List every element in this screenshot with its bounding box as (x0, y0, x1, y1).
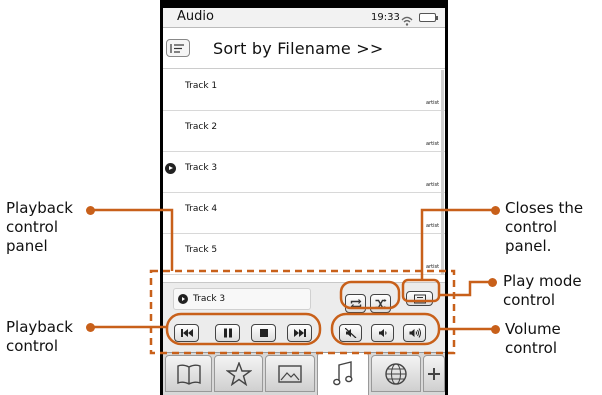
list-item[interactable]: Track 2 artist (163, 111, 445, 152)
tab-web[interactable] (371, 355, 421, 392)
wifi-icon (401, 12, 413, 26)
battery-icon (419, 13, 438, 22)
now-playing-field: Track 3 (173, 288, 311, 310)
previous-button[interactable] (174, 324, 199, 342)
track-title: Track 2 (185, 122, 218, 132)
callout-dot (491, 325, 500, 334)
track-artist: artist (426, 141, 440, 147)
callout-line: Playback (6, 318, 73, 336)
callout-volume: Volume control (505, 320, 561, 358)
callout-line: Closes the (505, 199, 584, 217)
globe-icon (385, 362, 407, 385)
callout-dot (86, 206, 95, 215)
tab-more[interactable] (423, 355, 445, 392)
volume-up-button[interactable] (403, 324, 426, 342)
sort-label[interactable]: Sort by Filename >> (213, 39, 383, 58)
track-artist: artist (426, 182, 440, 188)
track-title: Track 3 (185, 163, 218, 173)
callout-line: Play mode (503, 272, 582, 290)
music-note-icon (333, 361, 353, 386)
device-screen: Audio 19:33 Sort by Filename >> Track 1 … (163, 8, 445, 395)
close-panel-button[interactable] (406, 291, 433, 306)
tab-library[interactable] (165, 355, 212, 392)
track-artist: artist (426, 223, 440, 229)
callout-dot (86, 323, 95, 332)
callout-dot (488, 278, 497, 287)
callout-line: control (505, 218, 557, 236)
callout-line: panel (6, 237, 48, 255)
list-item[interactable]: Track 3 artist (163, 152, 445, 193)
list-item[interactable]: Track 5 artist (163, 234, 445, 275)
sort-icon (170, 44, 184, 53)
mute-icon (344, 328, 356, 338)
tab-audio[interactable] (317, 352, 369, 395)
callout-line: control (505, 339, 557, 357)
callout-line: control (503, 291, 555, 309)
sort-bar: Sort by Filename >> (163, 29, 445, 69)
callout-dot (491, 206, 500, 215)
callout-playback-panel: Playback control panel (6, 199, 73, 256)
pause-button[interactable] (215, 324, 240, 342)
now-playing-icon (165, 163, 176, 174)
stop-icon (259, 329, 268, 337)
callout-closes-panel: Closes the control panel. (505, 199, 583, 256)
now-playing-label: Track 3 (193, 294, 226, 304)
volume-down-button[interactable] (371, 324, 394, 342)
book-icon (176, 364, 201, 385)
track-artist: artist (426, 264, 440, 270)
callout-line: Volume (505, 320, 561, 338)
picture-icon (278, 364, 302, 383)
list-scrollbar[interactable] (441, 70, 444, 275)
app-title: Audio (177, 9, 214, 24)
tab-favorites[interactable] (214, 355, 263, 392)
callout-playback-control: Playback control (6, 318, 73, 356)
status-bar: Audio 19:33 (163, 8, 445, 28)
shuffle-button[interactable] (370, 294, 391, 313)
tab-pictures[interactable] (265, 355, 315, 392)
repeat-icon (350, 298, 361, 309)
track-artist: artist (426, 100, 440, 106)
repeat-button[interactable] (345, 294, 366, 313)
clock: 19:33 (371, 12, 400, 23)
play-indicator-icon (178, 294, 188, 304)
star-icon (225, 361, 252, 386)
plus-icon (428, 367, 440, 380)
pause-icon (223, 328, 232, 338)
next-icon (293, 329, 306, 337)
list-item[interactable]: Track 1 artist (163, 70, 445, 111)
volume-up-icon (409, 328, 421, 338)
track-title: Track 5 (185, 245, 218, 255)
track-title: Track 4 (185, 204, 218, 214)
callout-line: Playback (6, 199, 73, 217)
previous-icon (180, 329, 193, 337)
shuffle-icon (375, 298, 386, 309)
track-title: Track 1 (185, 81, 218, 91)
sort-menu-button[interactable] (166, 39, 190, 57)
list-icon (413, 294, 426, 303)
callout-line: panel. (505, 237, 552, 255)
callout-line: control (6, 218, 58, 236)
callout-play-mode: Play mode control (503, 272, 582, 310)
mute-button[interactable] (339, 324, 362, 342)
stop-button[interactable] (251, 324, 276, 342)
callout-line: control (6, 337, 58, 355)
list-item[interactable]: Track 4 artist (163, 193, 445, 234)
next-button[interactable] (287, 324, 312, 342)
volume-down-icon (378, 329, 386, 337)
